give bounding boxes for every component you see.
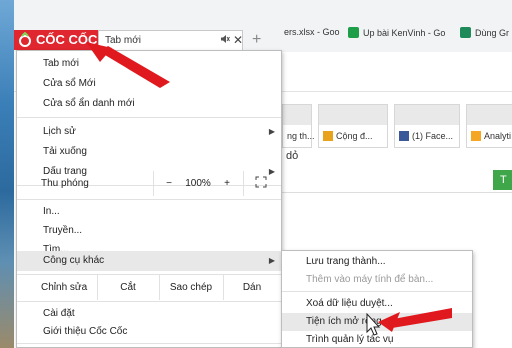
annotation-arrow-icon bbox=[378, 308, 452, 332]
annotation-overlay bbox=[86, 42, 452, 336]
mouse-cursor-icon bbox=[366, 312, 381, 336]
annotation-arrow-icon bbox=[86, 42, 170, 88]
